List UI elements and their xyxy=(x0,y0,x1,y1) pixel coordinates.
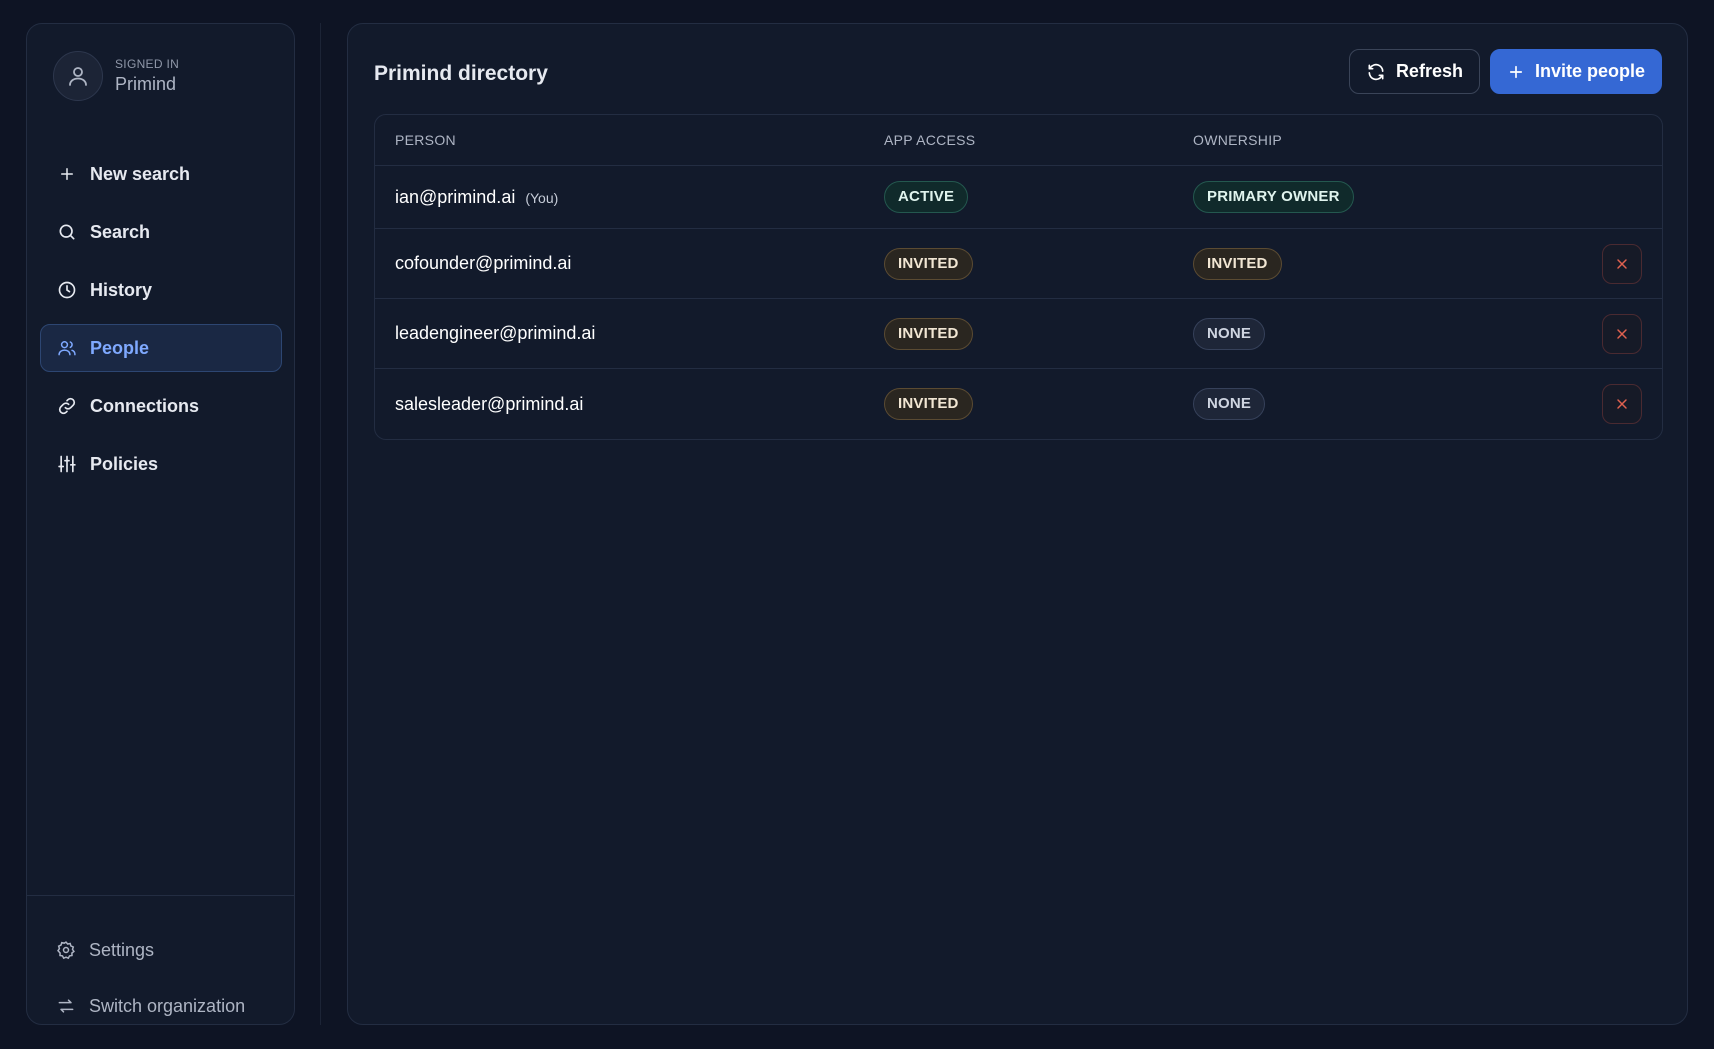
users-icon xyxy=(56,337,78,359)
person-email: ian@primind.ai xyxy=(395,186,516,207)
sidebar-item-settings[interactable]: Settings xyxy=(40,930,282,970)
clock-icon xyxy=(56,279,78,301)
remove-member-button[interactable] xyxy=(1602,313,1642,354)
ownership-badge: NONE xyxy=(1193,317,1266,350)
plus-icon xyxy=(56,163,78,185)
app-access-badge: ACTIVE xyxy=(884,181,969,213)
person-cell: ian@primind.ai (You) xyxy=(395,187,558,208)
panel-separator xyxy=(320,23,321,1025)
link-icon xyxy=(56,395,78,417)
plus-icon xyxy=(1507,63,1525,81)
org-name: Primind xyxy=(115,74,177,94)
sidebar-item-history[interactable]: History xyxy=(40,266,282,314)
refresh-button[interactable]: Refresh xyxy=(1348,49,1480,94)
table-row: ian@primind.ai (You) ACTIVE PRIMARY OWNER xyxy=(375,166,1662,229)
sidebar-item-label: Settings xyxy=(89,939,155,960)
sidebar-item-label: Search xyxy=(90,221,151,242)
invite-label: Invite people xyxy=(1534,61,1645,81)
app-access-badge: INVITED xyxy=(884,317,973,350)
sidebar-divider xyxy=(27,895,294,896)
person-email: leadengineer@primind.ai xyxy=(395,323,596,343)
sidebar-item-label: Switch organization xyxy=(89,995,246,1016)
table-row: cofounder@primind.ai INVITED INVITED xyxy=(375,229,1662,299)
sidebar: SIGNED IN Primind New search Search Hist… xyxy=(26,23,295,1025)
you-tag: (You) xyxy=(525,189,559,206)
ownership-badge: NONE xyxy=(1193,388,1266,420)
refresh-icon xyxy=(1366,62,1386,82)
invite-people-button[interactable]: Invite people xyxy=(1489,49,1662,94)
people-table: PERSON APP ACCESS OWNERSHIP ian@primind.… xyxy=(374,114,1663,440)
user-icon xyxy=(69,67,87,86)
sidebar-item-label: People xyxy=(90,337,150,358)
close-icon xyxy=(1617,258,1627,269)
table-header: PERSON APP ACCESS OWNERSHIP xyxy=(375,115,1662,166)
sidebar-nav: New search Search History People Connect… xyxy=(40,150,282,498)
switch-icon xyxy=(55,995,77,1017)
header-actions: Refresh Invite people xyxy=(1348,49,1662,94)
sidebar-item-new-search[interactable]: New search xyxy=(40,150,282,198)
column-header-ownership: OWNERSHIP xyxy=(1193,132,1283,148)
signed-in-label: SIGNED IN xyxy=(115,57,180,71)
remove-member-button[interactable] xyxy=(1602,384,1642,424)
sidebar-item-search[interactable]: Search xyxy=(40,208,282,256)
main-panel: Primind directory Refresh Invite people … xyxy=(347,23,1688,1025)
refresh-label: Refresh xyxy=(1395,61,1463,81)
sidebar-bottom-nav: Settings Switch organization xyxy=(40,930,282,1042)
sidebar-item-label: New search xyxy=(90,163,191,184)
sidebar-item-connections[interactable]: Connections xyxy=(40,382,282,430)
sidebar-item-policies[interactable]: Policies xyxy=(40,440,282,488)
sidebar-item-label: Policies xyxy=(90,453,159,474)
close-icon xyxy=(1617,399,1627,409)
sidebar-item-label: Connections xyxy=(90,395,200,416)
signed-in-block[interactable]: SIGNED IN Primind xyxy=(53,51,179,101)
page-title: Primind directory xyxy=(374,62,548,85)
person-email: cofounder@primind.ai xyxy=(395,253,572,273)
sidebar-item-switch-organization[interactable]: Switch organization xyxy=(40,986,282,1026)
close-icon xyxy=(1617,328,1627,339)
sidebar-item-label: History xyxy=(90,279,153,300)
avatar xyxy=(53,51,103,101)
ownership-badge: INVITED xyxy=(1193,247,1282,280)
table-row: leadengineer@primind.ai INVITED NONE xyxy=(375,299,1662,369)
table-row: salesleader@primind.ai INVITED NONE xyxy=(375,369,1662,439)
search-icon xyxy=(56,221,78,243)
app: SIGNED IN Primind New search Search Hist… xyxy=(0,0,1714,1049)
remove-member-button[interactable] xyxy=(1602,243,1642,284)
app-access-badge: INVITED xyxy=(884,247,973,280)
sliders-icon xyxy=(56,453,78,475)
app-access-badge: INVITED xyxy=(884,388,973,420)
person-email: salesleader@primind.ai xyxy=(395,393,584,414)
column-header-person: PERSON xyxy=(395,132,456,148)
ownership-badge: PRIMARY OWNER xyxy=(1193,181,1354,213)
sidebar-item-people[interactable]: People xyxy=(40,324,282,372)
column-header-app-access: APP ACCESS xyxy=(884,132,976,148)
gear-icon xyxy=(55,939,77,961)
